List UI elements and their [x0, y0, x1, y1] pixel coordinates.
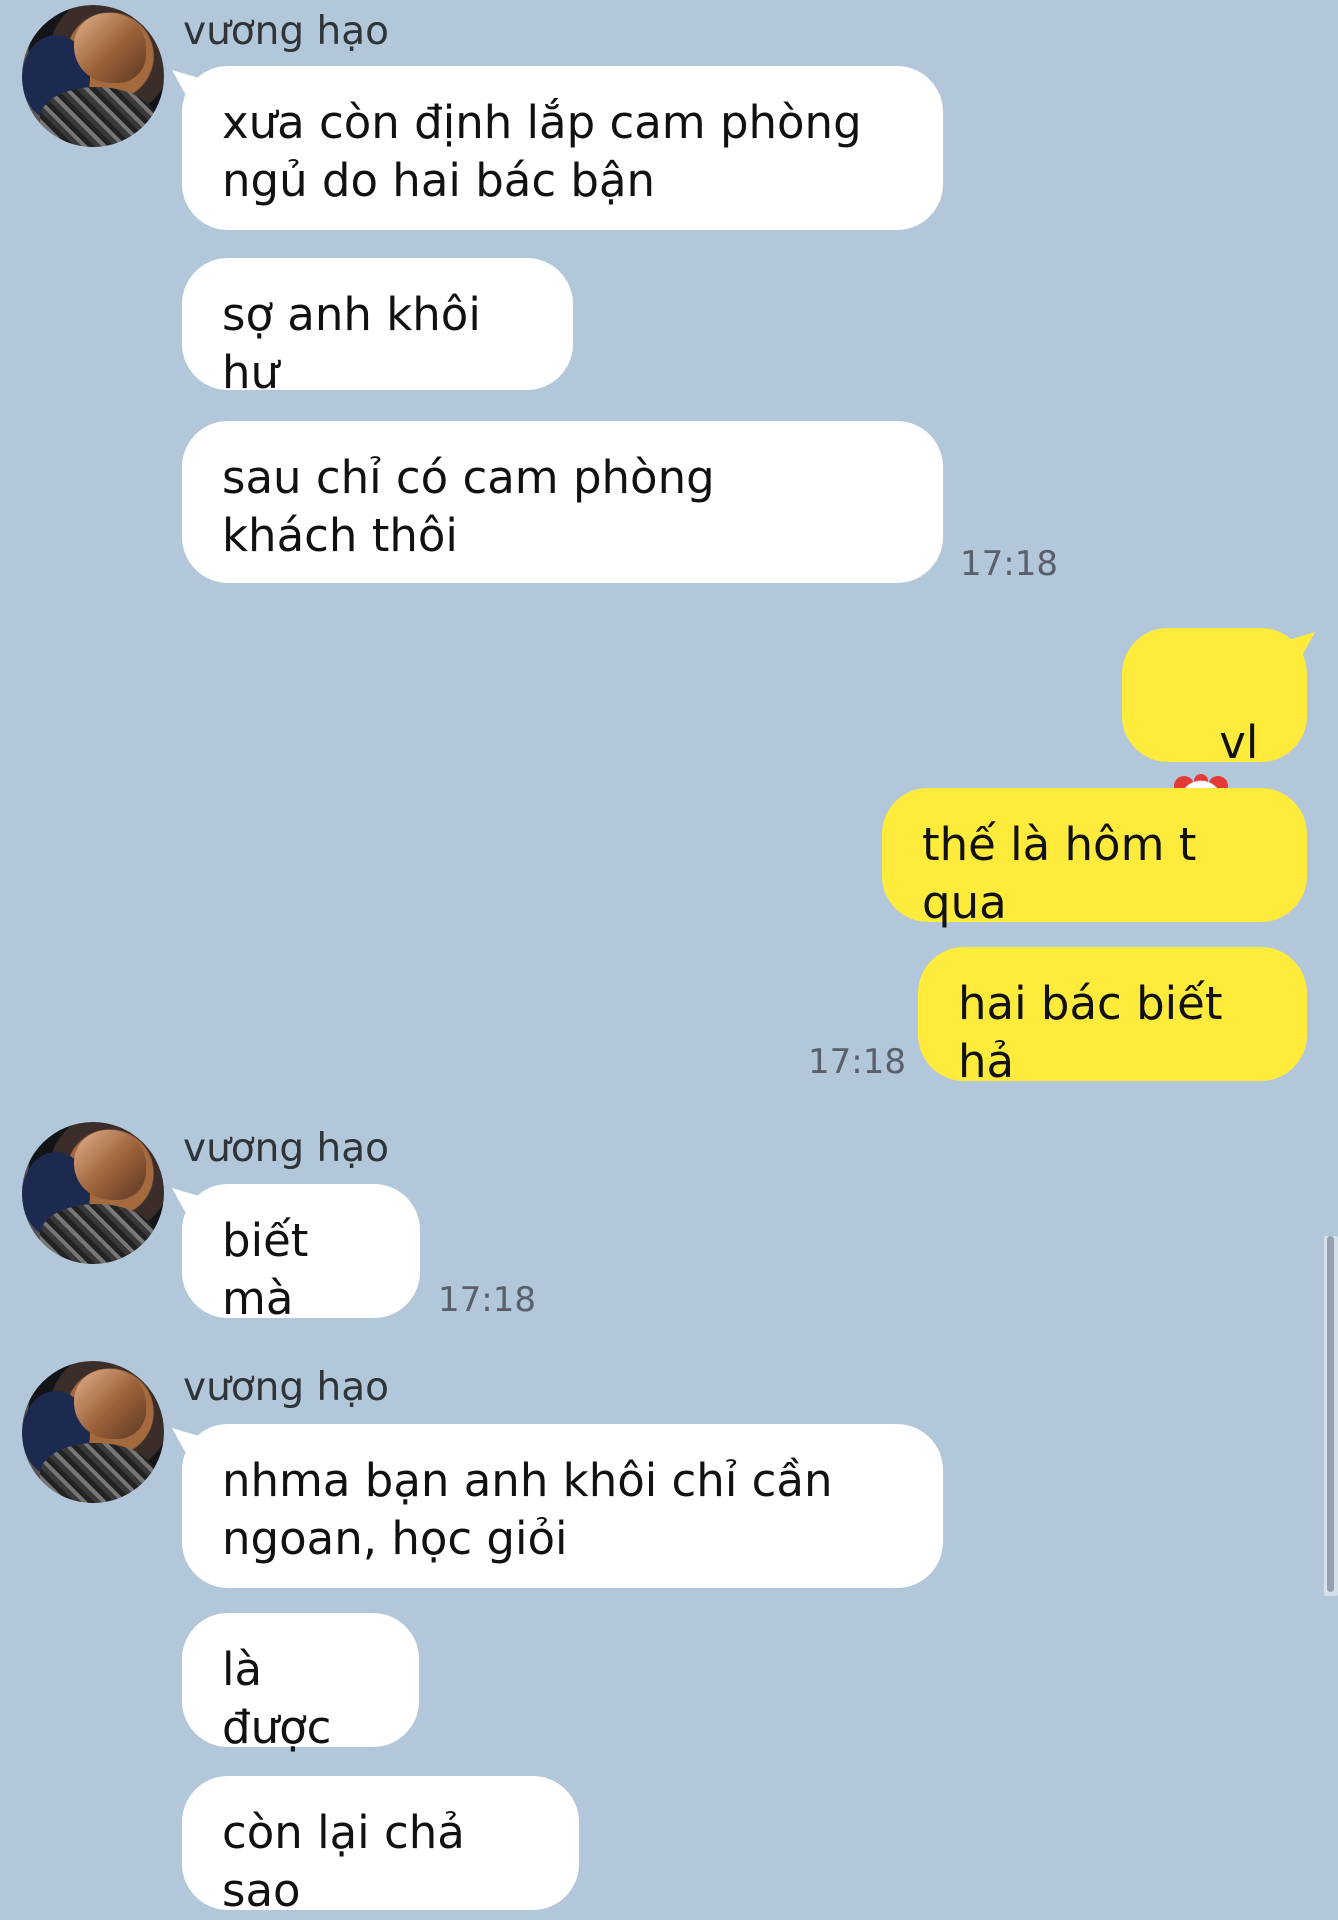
- scrollbar-thumb[interactable]: [1327, 1236, 1334, 1592]
- message-bubble[interactable]: vl: [1122, 628, 1307, 824]
- sender-avatar[interactable]: [22, 5, 164, 147]
- message-timestamp: 17:18: [960, 544, 1058, 584]
- message-bubble[interactable]: biết mà: [182, 1184, 420, 1325]
- message-bubble[interactable]: hai bác biết hả: [918, 947, 1307, 1088]
- sender-avatar[interactable]: [22, 1122, 164, 1264]
- message-timestamp: 17:18: [438, 1280, 536, 1320]
- message-bubble[interactable]: sau chỉ có cam phòng khách thôi: [182, 421, 943, 583]
- sender-name: vương hạo: [183, 1126, 390, 1171]
- chat-thread[interactable]: vương hạo xưa còn định lắp cam phòng ngủ…: [0, 0, 1338, 1920]
- sender-name: vương hạo: [183, 9, 390, 54]
- message-text: vl: [1219, 716, 1259, 769]
- message-bubble[interactable]: sợ anh khôi hư: [182, 258, 573, 399]
- message-timestamp: 17:18: [808, 1042, 906, 1082]
- sender-name: vương hạo: [183, 1365, 390, 1410]
- message-bubble[interactable]: thế là hôm t qua: [882, 788, 1307, 929]
- message-bubble[interactable]: xưa còn định lắp cam phòng ngủ do hai bá…: [182, 66, 943, 230]
- message-bubble[interactable]: còn lại chả sao: [182, 1776, 579, 1917]
- message-bubble[interactable]: là được: [182, 1613, 419, 1754]
- sender-avatar[interactable]: [22, 1361, 164, 1503]
- message-bubble[interactable]: nhma bạn anh khôi chỉ cần ngoan, học giỏ…: [182, 1424, 943, 1588]
